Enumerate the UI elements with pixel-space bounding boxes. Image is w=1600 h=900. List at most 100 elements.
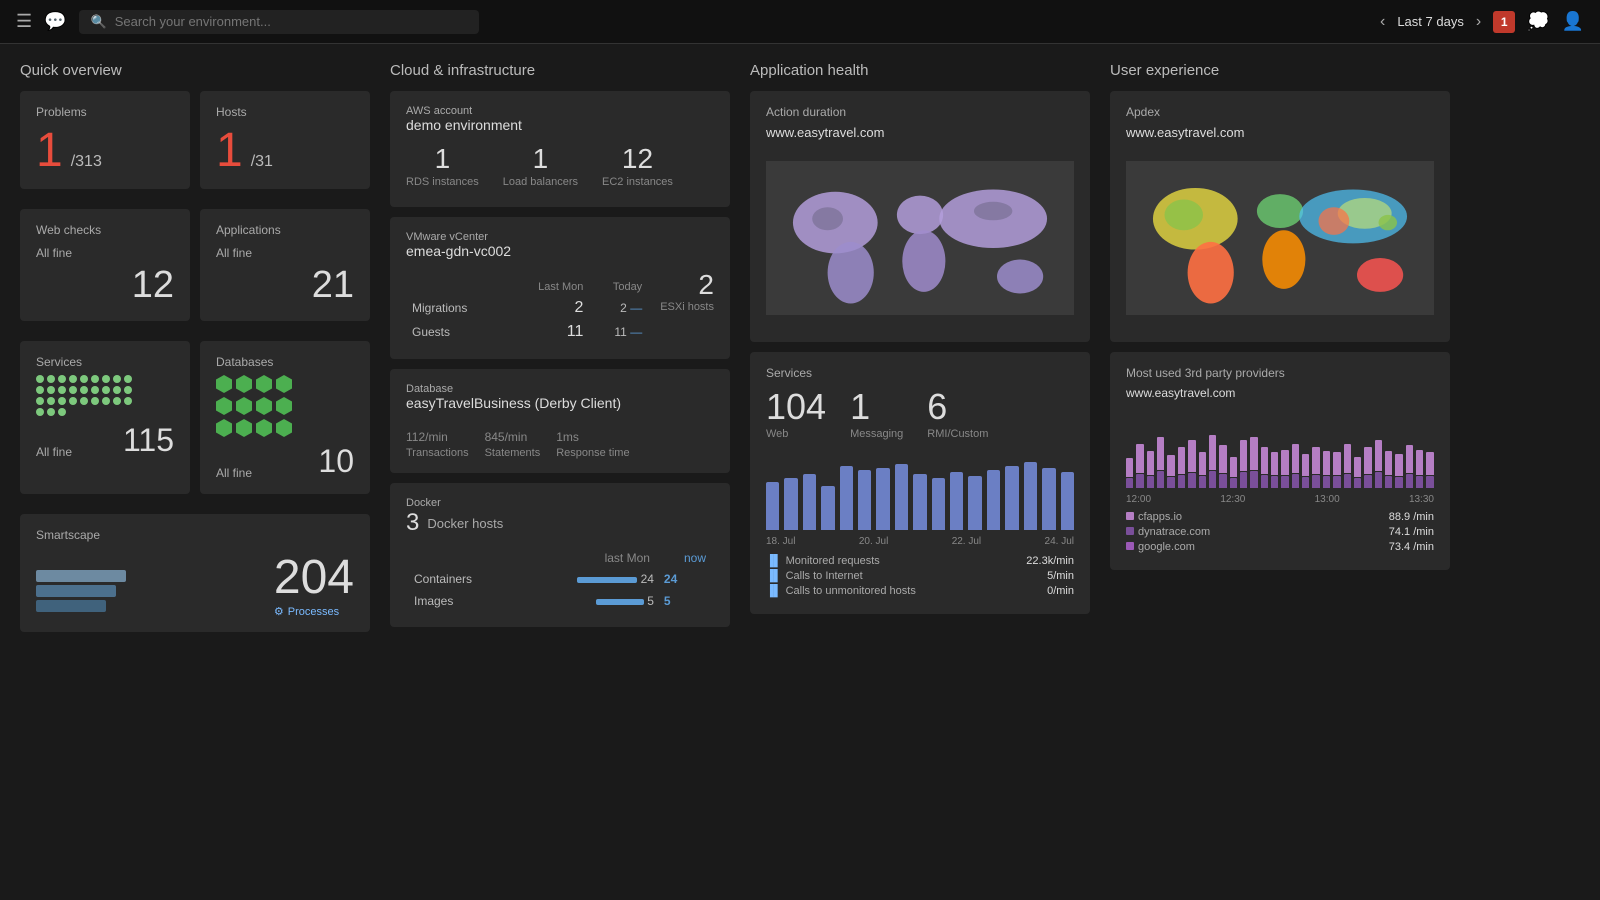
database-card[interactable]: Database easyTravelBusiness (Derby Clien… — [390, 369, 730, 473]
vmware-today-header: Today — [589, 279, 646, 295]
party-bar-bottom — [1136, 474, 1143, 488]
third-party-card[interactable]: Most used 3rd party providers www.easytr… — [1110, 352, 1450, 570]
party-bar-bottom — [1271, 476, 1278, 488]
hosts-slash: /31 — [251, 153, 273, 171]
menu-icon[interactable]: ☰ — [16, 11, 32, 32]
databases-label: Databases — [216, 355, 354, 369]
chat-icon[interactable]: 💬 — [44, 11, 66, 32]
user-account-icon[interactable]: 👤 — [1562, 11, 1584, 32]
party-bar-bottom — [1375, 472, 1382, 488]
world-map-container — [766, 148, 1074, 328]
party-bar-group — [1188, 408, 1195, 488]
smartscape-layers — [36, 570, 126, 612]
dynatrace-row: dynatrace.com 74.1 /min — [1126, 526, 1434, 538]
services-health-card[interactable]: Services 104 Web 1 Messaging 6 RMI/Custo… — [750, 352, 1090, 614]
next-arrow[interactable]: › — [1476, 13, 1481, 31]
services-card[interactable]: Services All fine 115 — [20, 341, 190, 494]
services-health-label: Services — [766, 366, 1074, 380]
party-bar-top — [1188, 440, 1195, 471]
applications-status: All fine — [216, 246, 252, 260]
transactions-val: 112 — [406, 430, 425, 444]
containers-lastmon: 24 — [641, 572, 654, 586]
notification-badge[interactable]: 1 — [1493, 11, 1515, 33]
action-duration-url: www.easytravel.com — [766, 125, 1074, 140]
web-service: 104 Web — [766, 386, 826, 440]
cfapps-label: cfapps.io — [1138, 511, 1182, 523]
party-bar-top — [1375, 440, 1382, 471]
third-party-chart — [1126, 408, 1434, 488]
aws-card[interactable]: AWS account demo environment 1 RDS insta… — [390, 91, 730, 207]
statements-unit: /min — [505, 430, 528, 444]
hosts-card[interactable]: Hosts 1 /31 — [200, 91, 370, 189]
applications-count: 21 — [216, 264, 354, 307]
time-range[interactable]: Last 7 days — [1397, 14, 1464, 29]
party-bar-bottom — [1126, 478, 1133, 488]
smartscape-card[interactable]: Smartscape 204 ⚙ Processes — [20, 514, 370, 632]
services-label: Services — [36, 355, 174, 369]
quick-overview-col: Quick overview Problems 1 /313 Hosts 1 /… — [20, 62, 380, 882]
migrations-lastmon: 2 — [506, 297, 587, 319]
party-bar-bottom — [1250, 471, 1257, 488]
containers-label: Containers — [408, 569, 519, 589]
search-input[interactable] — [115, 14, 467, 29]
party-bar-top — [1219, 445, 1226, 473]
bar-item — [1024, 462, 1037, 530]
dynatrace-label: dynatrace.com — [1138, 526, 1210, 538]
party-bar-group — [1416, 408, 1423, 488]
rmi-service: 6 RMI/Custom — [927, 386, 988, 440]
party-bar-top — [1199, 452, 1206, 475]
party-bar-top — [1230, 457, 1237, 477]
bar-item — [987, 470, 1000, 530]
party-bar-top — [1240, 440, 1247, 471]
vmware-lastmon-header: Last Mon — [506, 279, 587, 295]
apdex-card[interactable]: Apdex www.easytravel.com — [1110, 91, 1450, 342]
smartscape-count: 204 — [274, 550, 354, 605]
date-label-3: 22. Jul — [952, 536, 981, 547]
party-bar-bottom — [1344, 474, 1351, 488]
bar-item — [821, 486, 834, 530]
problems-card[interactable]: Problems 1 /313 — [20, 91, 190, 189]
services-dots — [36, 375, 136, 416]
top-navigation: ☰ 💬 🔍 ‹ Last 7 days › 1 💭 👤 — [0, 0, 1600, 44]
images-bar — [596, 599, 644, 605]
web-checks-card[interactable]: Web checks All fine 12 — [20, 209, 190, 321]
monitored-req-row: ▐▌Monitored requests 22.3k/min — [766, 555, 1074, 567]
vmware-card[interactable]: VMware vCenter emea-gdn-vc002 Last Mon T… — [390, 217, 730, 359]
aws-rds: 1 RDS instances — [406, 143, 479, 189]
web-checks-label: Web checks — [36, 223, 174, 237]
user-feedback-icon[interactable]: 💭 — [1527, 11, 1549, 32]
prev-arrow[interactable]: ‹ — [1380, 13, 1385, 31]
party-bar-bottom — [1209, 471, 1216, 488]
party-bar-top — [1426, 452, 1433, 475]
cfapps-icon — [1126, 512, 1134, 520]
main-content: Quick overview Problems 1 /313 Hosts 1 /… — [0, 44, 1600, 900]
third-party-label: Most used 3rd party providers — [1126, 366, 1434, 380]
party-bar-group — [1385, 408, 1392, 488]
docker-card[interactable]: Docker 3 Docker hosts last Mon now Conta… — [390, 483, 730, 627]
aws-name: demo environment — [406, 117, 714, 133]
databases-card[interactable]: Databases All fine 10 — [200, 341, 370, 494]
party-bar-top — [1167, 455, 1174, 477]
party-bar-top — [1344, 444, 1351, 473]
images-lastmon: 5 — [647, 594, 654, 608]
docker-hosts-row: 3 Docker hosts — [406, 509, 714, 537]
bar-item — [858, 470, 871, 530]
docker-label: Docker — [406, 497, 714, 509]
user-experience-title: User experience — [1110, 62, 1450, 79]
party-bar-bottom — [1281, 476, 1288, 488]
party-metrics: cfapps.io 88.9 /min dynatrace.com 74.1 /… — [1126, 511, 1434, 553]
party-bar-bottom — [1312, 475, 1319, 488]
problems-big-num: 1 — [36, 127, 63, 175]
action-duration-card[interactable]: Action duration www.easytravel.com — [750, 91, 1090, 342]
vmware-esxi-num: 2 — [660, 269, 714, 301]
database-name: easyTravelBusiness (Derby Client) — [406, 395, 714, 411]
date-label-1: 18. Jul — [766, 536, 795, 547]
aws-rds-label: RDS instances — [406, 175, 479, 189]
party-bar-group — [1364, 408, 1371, 488]
bar-item — [766, 482, 779, 530]
statements-metric: 845/min Statements — [485, 421, 541, 459]
party-bar-group — [1147, 408, 1154, 488]
applications-card[interactable]: Applications All fine 21 — [200, 209, 370, 321]
messaging-service: 1 Messaging — [850, 386, 903, 440]
vmware-name: emea-gdn-vc002 — [406, 243, 714, 259]
